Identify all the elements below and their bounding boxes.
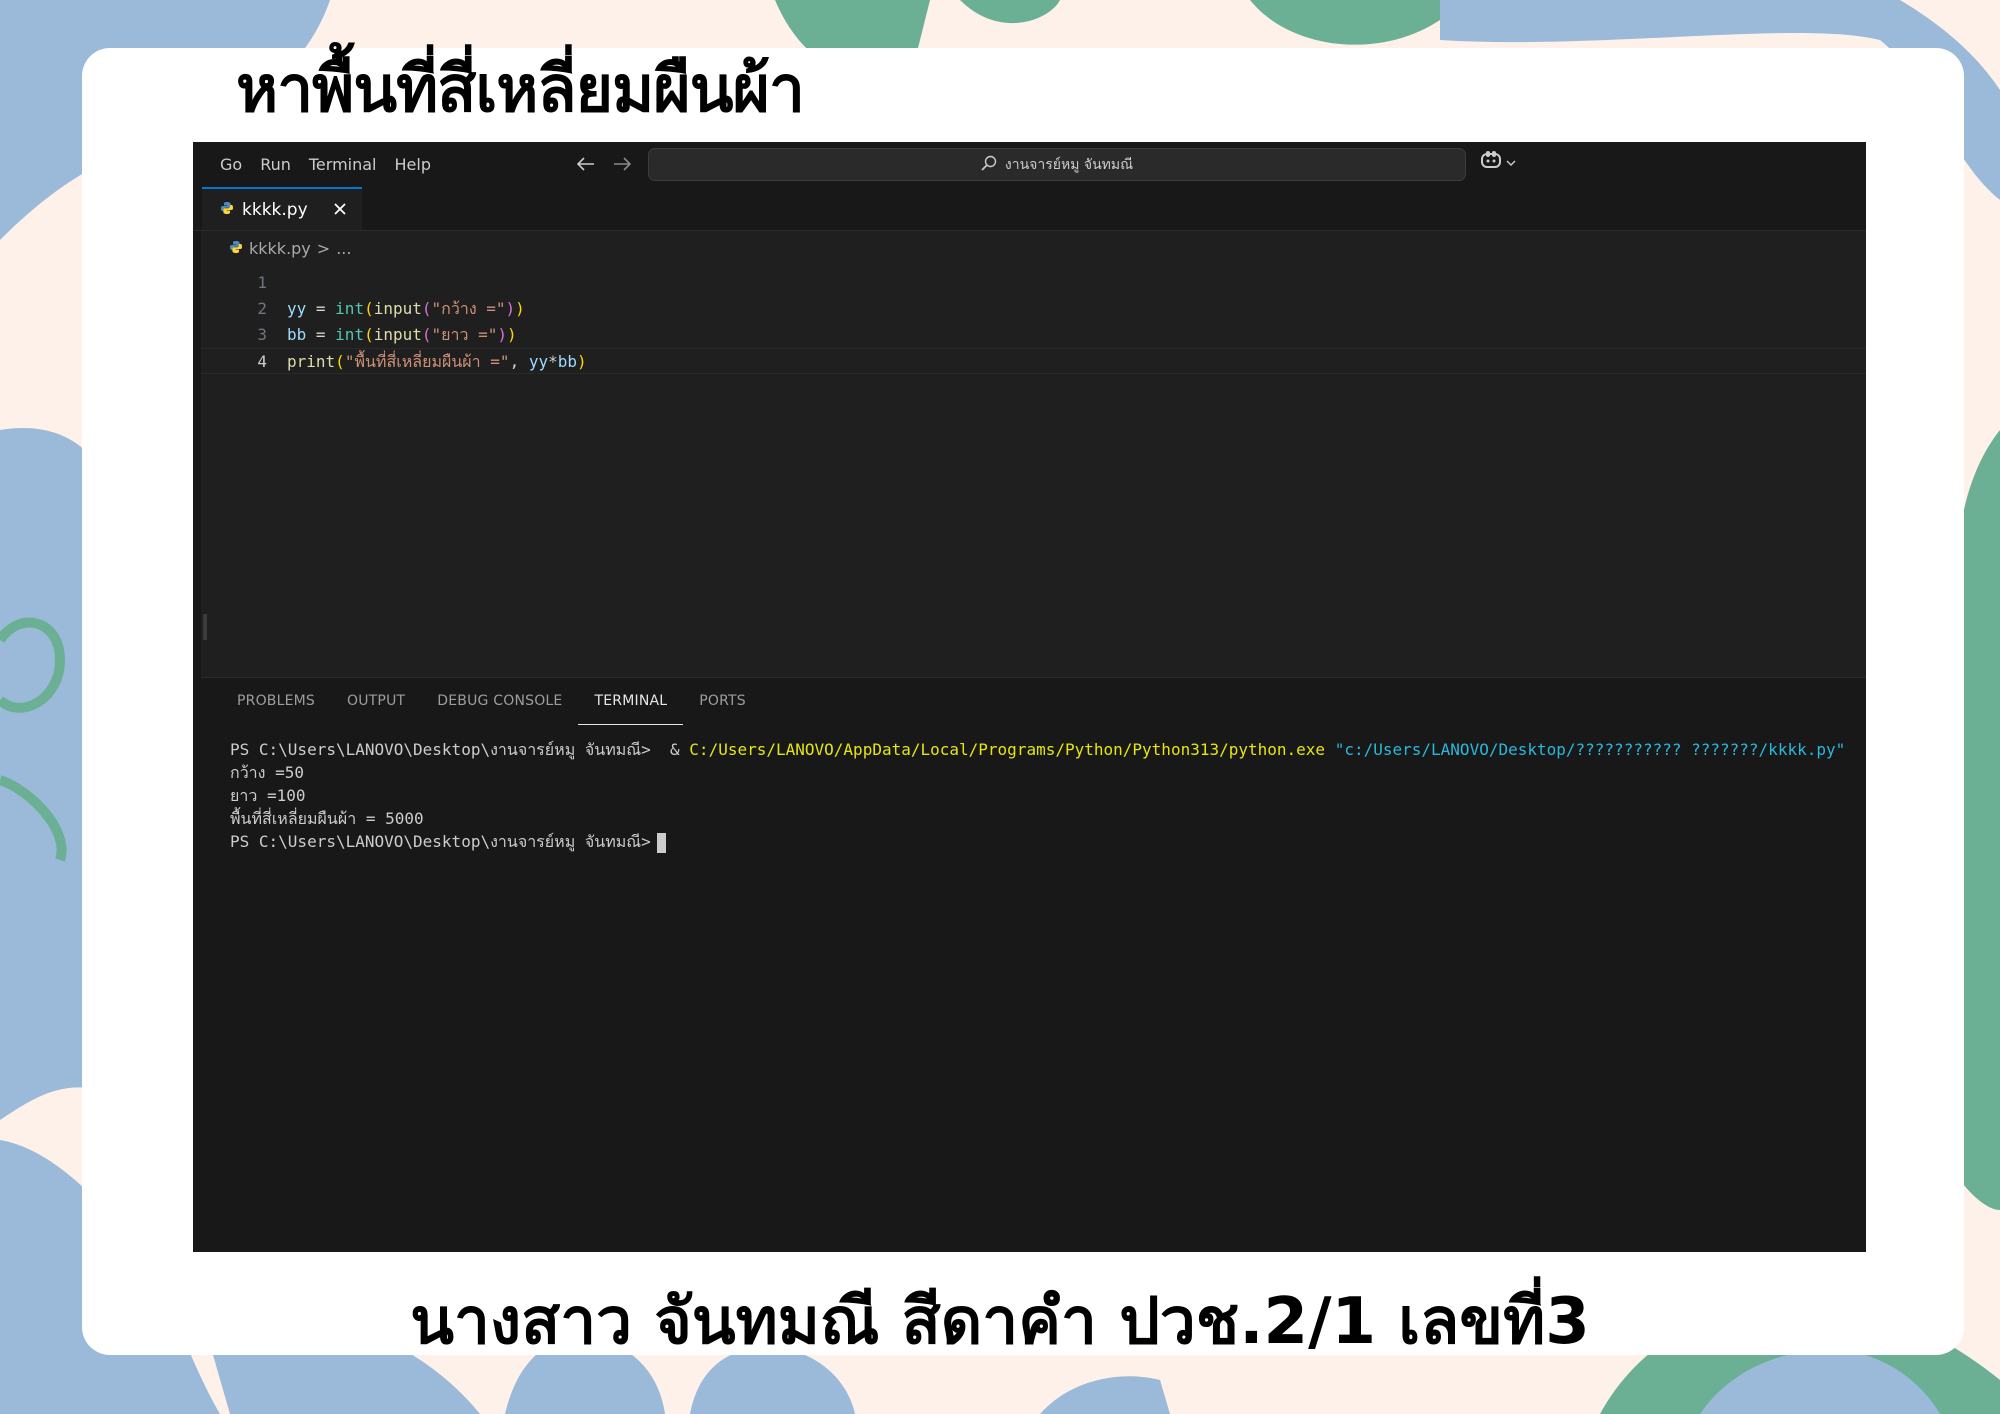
line-number: 4 xyxy=(257,352,267,371)
token: yy xyxy=(528,352,549,371)
terminal-prompt: PS C:\Users\LANOVO\Desktop\งานจารย์หมู จ… xyxy=(230,740,651,759)
token: bb xyxy=(287,325,307,344)
code-text: bb = int(input("ยาว =")) xyxy=(287,322,517,348)
bottom-panel: PROBLEMS OUTPUT DEBUG CONSOLE TERMINAL P… xyxy=(201,677,1866,1252)
menu-run[interactable]: Run xyxy=(251,151,300,179)
code-editor[interactable]: 1 2 yy = int(input("กว้าง =")) 3 bb = in… xyxy=(201,260,1866,670)
title-bar: Go Run Terminal Help งานจารย์หมู จันทมณี xyxy=(193,142,1866,188)
token: = xyxy=(306,299,336,318)
token: ) xyxy=(515,299,525,318)
menu-go[interactable]: Go xyxy=(211,151,251,179)
arrow-left-icon[interactable] xyxy=(571,150,601,178)
menu-help[interactable]: Help xyxy=(386,151,440,179)
token: int xyxy=(335,325,365,344)
code-text: yy = int(input("กว้าง =")) xyxy=(287,296,525,322)
code-line: 2 yy = int(input("กว้าง =")) xyxy=(201,296,1866,322)
terminal-line: พื้นที่สี่เหลี่ยมผืนผ้า = 5000 xyxy=(230,809,424,828)
line-number: 3 xyxy=(257,325,267,344)
search-icon xyxy=(981,155,997,175)
token: "กว้าง =" xyxy=(431,299,506,318)
terminal-argument: "c:/Users/LANOVO/Desktop/??????????? ???… xyxy=(1334,740,1846,759)
terminal-cursor xyxy=(656,832,666,853)
slide-title: หาพื้นที่สี่เหลี่ยมผืนผ้า xyxy=(236,53,805,127)
search-text: งานจารย์หมู จันทมณี xyxy=(1004,156,1134,173)
line-number: 2 xyxy=(257,299,267,318)
command-center-search[interactable]: งานจารย์หมู จันทมณี xyxy=(648,148,1466,181)
terminal-prompt: PS C:\Users\LANOVO\Desktop\งานจารย์หมู จ… xyxy=(230,832,651,851)
terminal-line: ยาว =100 xyxy=(230,786,306,805)
code-line: 3 bb = int(input("ยาว =")) xyxy=(201,322,1866,348)
token: ( xyxy=(364,325,374,344)
chevron-down-icon xyxy=(1505,153,1517,172)
token: "ยาว =" xyxy=(431,325,498,344)
token: input xyxy=(373,299,422,318)
terminal-command: C:/Users/LANOVO/AppData/Local/Programs/P… xyxy=(689,740,1326,759)
token: ) xyxy=(577,352,587,371)
tab-problems[interactable]: PROBLEMS xyxy=(221,678,331,724)
python-file-icon xyxy=(229,239,243,258)
tab-debug-console[interactable]: DEBUG CONSOLE xyxy=(421,678,578,724)
line-number: 1 xyxy=(257,273,267,292)
breadcrumb: kkkk.py > ... xyxy=(229,237,351,259)
breadcrumb-separator: > xyxy=(316,238,331,258)
terminal-output[interactable]: PS C:\Users\LANOVO\Desktop\งานจารย์หมู จ… xyxy=(230,738,1850,853)
token: "พื้นที่สี่เหลี่ยมผืนผ้า =" xyxy=(344,352,510,371)
tab-terminal[interactable]: TERMINAL xyxy=(578,678,684,725)
code-text: print("พื้นที่สี่เหลี่ยมผืนผ้า =", yy*bb… xyxy=(287,349,587,375)
terminal-line: PS C:\Users\LANOVO\Desktop\งานจารย์หมู จ… xyxy=(230,738,1850,761)
arrow-right-icon[interactable] xyxy=(607,150,637,178)
menu-bar: Go Run Terminal Help xyxy=(211,142,440,187)
tab-ports[interactable]: PORTS xyxy=(683,678,762,724)
close-icon[interactable] xyxy=(330,199,350,219)
token: , xyxy=(509,352,529,371)
terminal-operator: & xyxy=(650,740,690,759)
token: ( xyxy=(421,299,432,318)
code-line-active: 4 print("พื้นที่สี่เหลี่ยมผืนผ้า =", yy*… xyxy=(201,348,1866,374)
token: ) xyxy=(497,325,508,344)
vscode-window: Go Run Terminal Help งานจารย์หมู จันทมณี xyxy=(193,142,1866,1252)
tab-output[interactable]: OUTPUT xyxy=(331,678,421,724)
breadcrumb-symbols[interactable]: ... xyxy=(336,239,351,258)
token: yy xyxy=(287,299,307,318)
terminal-line: PS C:\Users\LANOVO\Desktop\งานจารย์หมู จ… xyxy=(230,830,1850,853)
token: int xyxy=(335,299,365,318)
scroll-indicator xyxy=(203,614,207,640)
token: ) xyxy=(507,325,517,344)
copilot-menu[interactable] xyxy=(1479,150,1517,174)
token: bb xyxy=(557,352,577,371)
activity-bar-edge xyxy=(193,187,201,1252)
token: input xyxy=(373,325,422,344)
panel-tabs: PROBLEMS OUTPUT DEBUG CONSOLE TERMINAL P… xyxy=(221,678,762,726)
terminal-line: กว้าง =50 xyxy=(230,763,304,782)
token: ( xyxy=(335,352,345,371)
tab-kkkk-py[interactable]: kkkk.py xyxy=(202,187,362,230)
navigation-arrows xyxy=(571,150,637,178)
code-line: 1 xyxy=(201,270,1866,296)
menu-terminal[interactable]: Terminal xyxy=(300,151,386,179)
token: ) xyxy=(505,299,516,318)
slide-footer: นางสาว จันทมณี สีดาคำ ปวช.2/1 เลขที่3 xyxy=(410,1285,1590,1359)
token: ( xyxy=(421,325,432,344)
tab-label: kkkk.py xyxy=(242,199,308,220)
copilot-icon xyxy=(1479,150,1503,174)
breadcrumb-file[interactable]: kkkk.py xyxy=(249,239,311,258)
python-file-icon xyxy=(220,200,234,219)
token: ( xyxy=(364,299,374,318)
token: * xyxy=(548,352,558,371)
editor-tab-bar: kkkk.py xyxy=(193,187,1866,231)
token: print xyxy=(287,352,336,371)
token: = xyxy=(306,325,336,344)
